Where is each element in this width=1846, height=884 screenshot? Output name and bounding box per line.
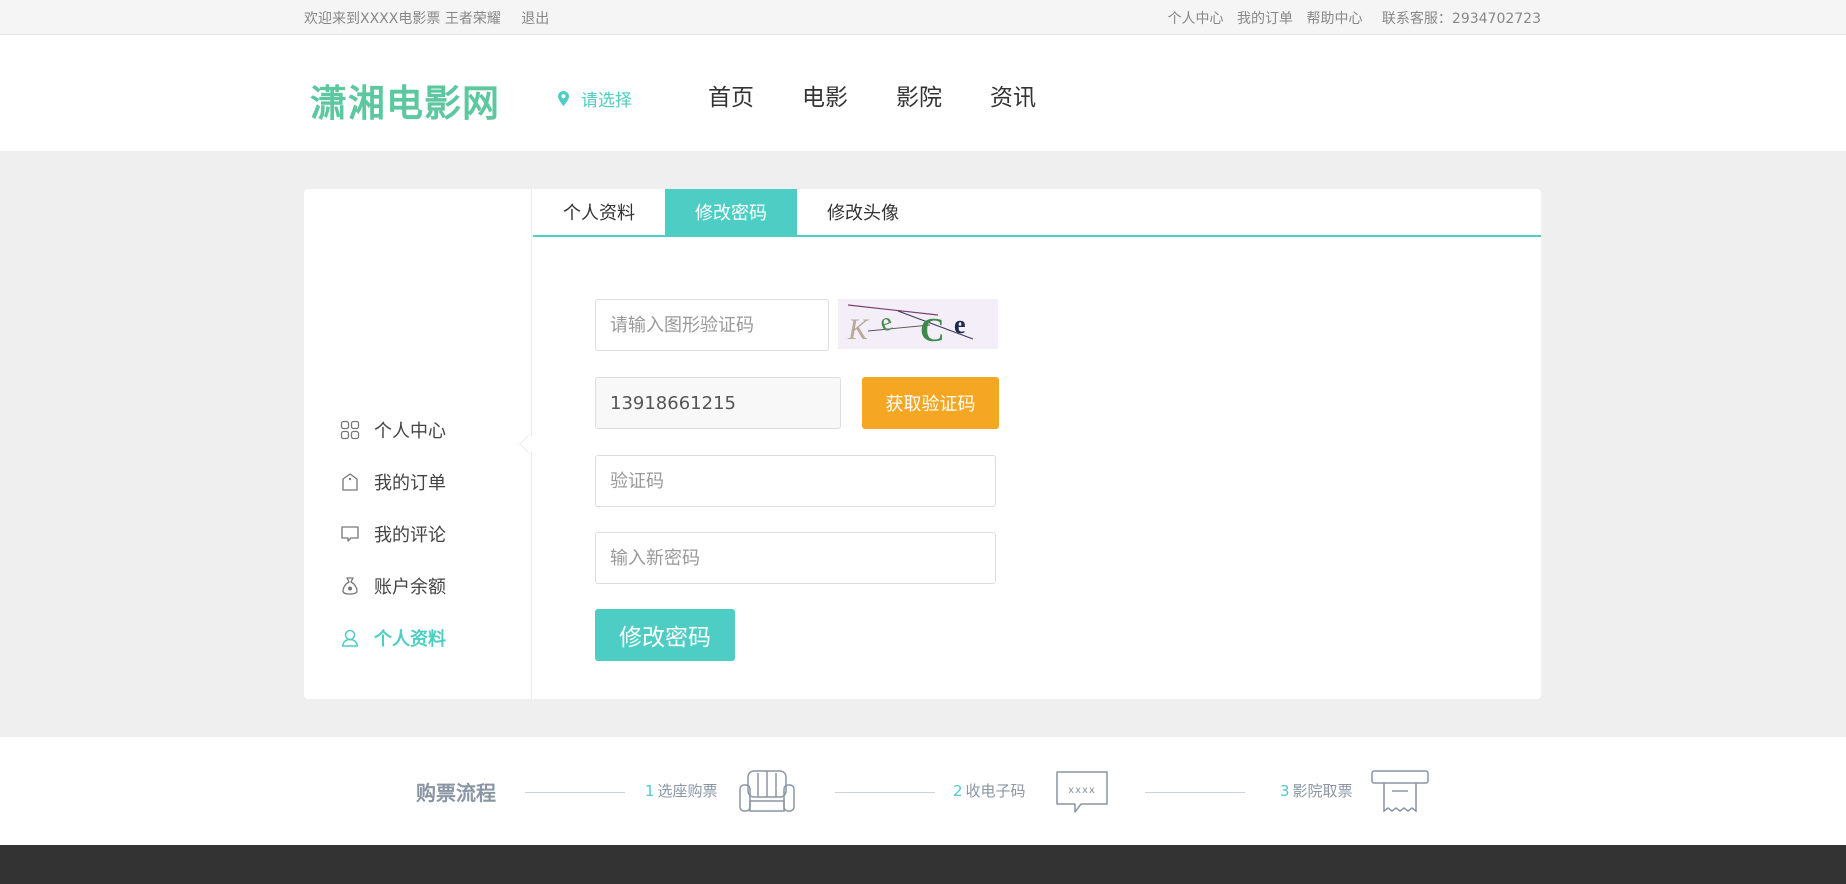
logout-link[interactable]: 退出	[521, 11, 549, 27]
sidebar-item-my-comments[interactable]: 我的评论	[340, 519, 446, 549]
sidebar-item-label: 账户余额	[374, 577, 446, 598]
top-link-personal-center[interactable]: 个人中心	[1168, 11, 1224, 27]
captcha-char: C	[920, 312, 945, 349]
step-number: 1	[645, 782, 655, 800]
welcome-text: 欢迎来到XXXX电影票 王者荣耀	[304, 11, 501, 27]
process-step-2: 2 收电子码	[953, 780, 1026, 801]
process-divider	[835, 792, 935, 793]
get-code-button[interactable]: 获取验证码	[862, 377, 999, 429]
site-logo[interactable]: 潇湘电影网	[310, 73, 500, 127]
captcha-char: e	[954, 310, 966, 339]
sidebar-item-label: 个人中心	[374, 421, 446, 442]
sidebar-item-account-balance[interactable]: 账户余额	[340, 571, 446, 601]
account-content: 个人资料 修改密码 修改头像 K e C e 获取验证码 修改密码	[533, 189, 1541, 699]
account-panel: 个人中心 我的订单 我的评论 账户余额 个人资料 个人资料 修改密码 修改头像 …	[304, 189, 1541, 699]
nav-home[interactable]: 首页	[708, 78, 754, 112]
money-bag-icon	[340, 576, 360, 596]
process-divider	[1145, 792, 1245, 793]
tab-change-password[interactable]: 修改密码	[665, 189, 797, 235]
top-utility-bar: 欢迎来到XXXX电影票 王者荣耀 退出 个人中心 我的订单 帮助中心 联系客服：…	[0, 0, 1846, 35]
site-footer	[0, 845, 1846, 884]
sidebar-item-label: 我的订单	[374, 473, 446, 494]
ticket-machine-icon	[1371, 770, 1429, 813]
step-number: 3	[1280, 782, 1290, 800]
top-link-help-center[interactable]: 帮助中心	[1306, 11, 1362, 27]
sidebar-item-personal-center[interactable]: 个人中心	[340, 415, 446, 445]
comment-icon	[340, 524, 360, 544]
main-nav: 首页 电影 影院 资讯	[708, 78, 1084, 112]
captcha-char: e	[875, 306, 896, 337]
captcha-input[interactable]	[595, 299, 829, 351]
welcome-area: 欢迎来到XXXX电影票 王者荣耀 退出	[304, 8, 557, 28]
grid-icon	[340, 420, 360, 440]
nav-movies[interactable]: 电影	[802, 78, 848, 112]
process-divider	[525, 792, 625, 793]
sidebar-item-label: 个人资料	[374, 629, 446, 650]
new-password-input[interactable]	[595, 532, 996, 584]
nav-cinemas[interactable]: 影院	[896, 78, 942, 112]
sidebar-item-personal-info[interactable]: 个人资料	[340, 623, 446, 653]
tab-personal-info[interactable]: 个人资料	[533, 189, 665, 235]
captcha-image[interactable]: K e C e	[838, 299, 998, 349]
sidebar-item-label: 我的评论	[374, 525, 446, 546]
step-label: 收电子码	[965, 782, 1026, 800]
submit-change-password-button[interactable]: 修改密码	[595, 609, 735, 661]
step-number: 2	[953, 782, 963, 800]
code-mask-text: xxxx	[1068, 785, 1096, 796]
top-link-my-orders[interactable]: 我的订单	[1237, 11, 1293, 27]
account-tabs: 个人资料 修改密码 修改头像	[533, 189, 1541, 237]
captcha-char: K	[847, 313, 870, 346]
phone-field[interactable]	[595, 377, 841, 429]
city-selector-label: 请选择	[581, 91, 632, 111]
nav-news[interactable]: 资讯	[990, 78, 1036, 112]
captcha-glyphs: K e C e	[847, 304, 974, 349]
tab-change-avatar[interactable]: 修改头像	[797, 189, 929, 235]
sidebar-item-my-orders[interactable]: 我的订单	[340, 467, 446, 497]
step-label: 选座购票	[657, 782, 718, 800]
account-sidebar: 个人中心 我的订单 我的评论 账户余额 个人资料	[304, 189, 539, 699]
process-title: 购票流程	[416, 781, 496, 805]
step-label: 影院取票	[1292, 782, 1353, 800]
seat-icon	[739, 770, 795, 812]
site-header: 潇湘电影网 请选择 首页 电影 影院 资讯	[0, 35, 1846, 151]
process-step-3: 3 影院取票	[1280, 780, 1353, 801]
user-icon	[340, 628, 360, 648]
city-selector[interactable]: 请选择	[558, 86, 632, 111]
purchase-process: 购票流程 1 选座购票 2 收电子码 xxxx 3 影院取票	[0, 737, 1846, 845]
location-pin-icon	[558, 91, 569, 106]
bag-icon	[340, 472, 360, 492]
customer-service-phone: 联系客服：2934702723	[1381, 11, 1541, 27]
verification-code-input[interactable]	[595, 455, 996, 507]
top-links: 个人中心 我的订单 帮助中心 联系客服：2934702723	[1159, 8, 1541, 28]
process-step-1: 1 选座购票	[645, 780, 718, 801]
sms-code-icon: xxxx	[1056, 771, 1108, 813]
